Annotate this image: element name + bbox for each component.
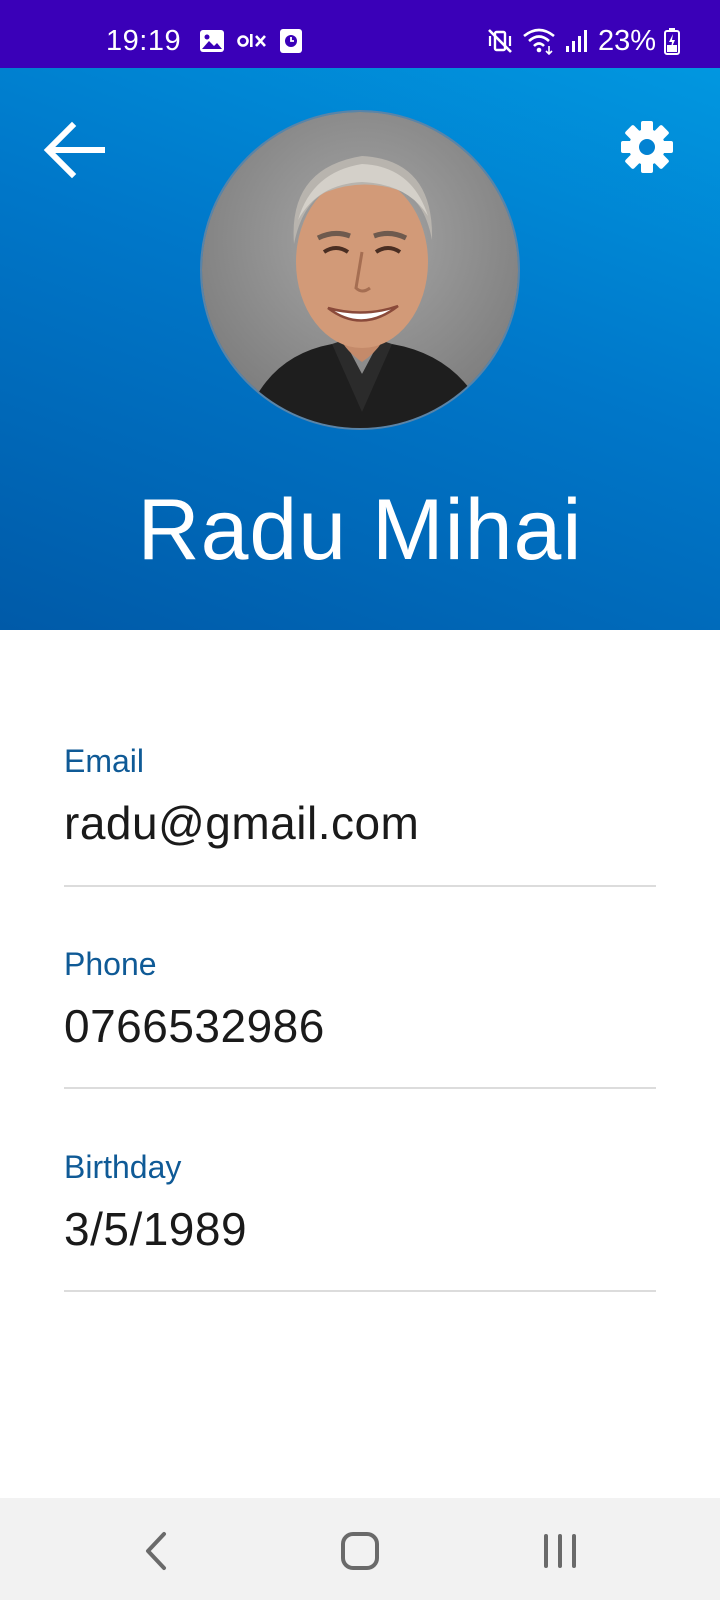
- wifi-icon: [523, 28, 555, 55]
- avatar: [200, 110, 520, 430]
- home-nav-icon: [341, 1532, 379, 1570]
- olx-icon: [237, 34, 266, 47]
- email-label: Email: [64, 743, 145, 779]
- nav-back-button[interactable]: [128, 1526, 188, 1576]
- gallery-icon: [200, 30, 224, 52]
- status-bar: 19:19 23%: [0, 0, 720, 68]
- status-left-icons: [199, 28, 303, 54]
- birthday-section: Birthday 3/5/1989: [64, 1148, 656, 1292]
- mute-vibrate-icon: [488, 29, 512, 53]
- status-right: 23%: [486, 24, 680, 58]
- profile-photo: [202, 112, 518, 428]
- email-value: radu@gmail.com: [64, 797, 420, 849]
- recents-nav-icon: [544, 1534, 576, 1568]
- divider: [64, 1087, 656, 1089]
- nav-recents-button[interactable]: [530, 1526, 590, 1576]
- divider: [64, 1290, 656, 1292]
- divider: [64, 885, 656, 887]
- status-time: 19:19: [106, 25, 182, 57]
- arrow-left-icon: [43, 121, 105, 179]
- battery-percent: 23%: [597, 25, 656, 57]
- email-section: Email radu@gmail.com: [64, 742, 656, 887]
- phone-value: 0766532986: [64, 1000, 325, 1052]
- clock-app-icon: [280, 29, 302, 53]
- birthday-label: Birthday: [64, 1149, 182, 1185]
- settings-button[interactable]: [612, 112, 682, 182]
- nav-home-button[interactable]: [330, 1526, 390, 1576]
- gear-icon: [621, 121, 673, 173]
- birthday-value: 3/5/1989: [64, 1203, 248, 1255]
- phone-label: Phone: [64, 946, 157, 982]
- profile-name: Radu Mihai: [137, 482, 583, 578]
- signal-icon: [565, 30, 587, 52]
- back-button[interactable]: [38, 110, 118, 190]
- back-nav-icon: [146, 1532, 166, 1570]
- battery-charging-icon: [664, 28, 680, 55]
- profile-header: Radu Mihai: [0, 68, 720, 630]
- phone-section: Phone 0766532986: [64, 945, 656, 1089]
- system-nav-bar: [0, 1498, 720, 1600]
